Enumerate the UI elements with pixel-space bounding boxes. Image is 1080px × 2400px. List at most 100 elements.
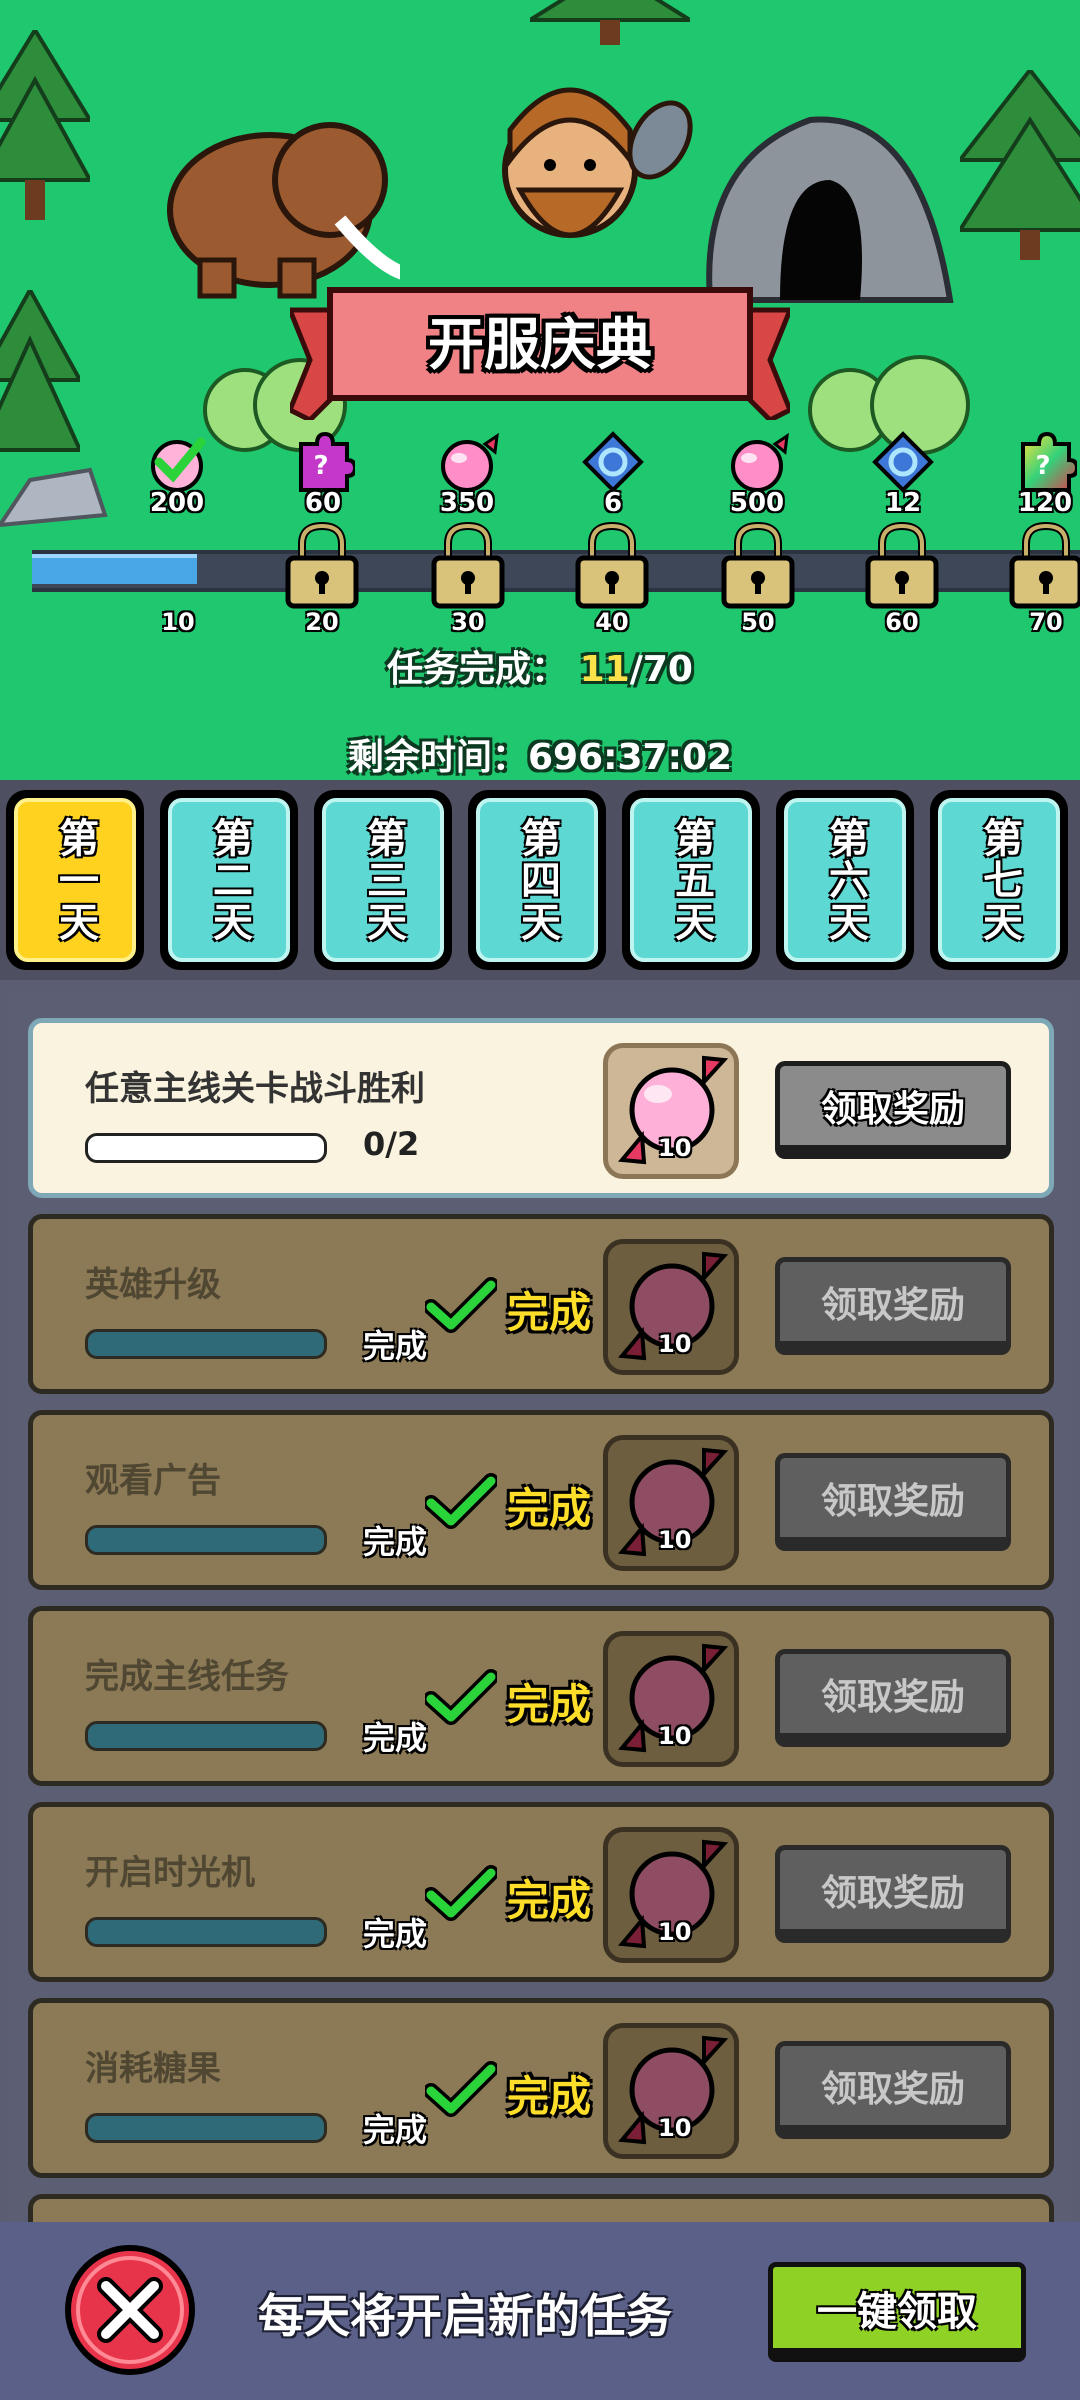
remaining-time-label: 剩余时间： [347,737,528,778]
task-progress-current: 11 [579,649,630,690]
tab-day-1[interactable]: 第一天 [6,790,144,970]
task-row: 英雄升级 完成 完成 10 领取奖励 [28,1214,1054,1394]
svg-text:?: ? [1035,451,1050,481]
reward-tier-3[interactable]: 350 [422,430,512,518]
task-list[interactable]: 任意主线关卡战斗胜利 0/2 10 领取奖励 英雄升级 完成 完成 10 领取奖… [10,990,1070,2400]
task-progress-bar [85,1133,327,1163]
tab-day-7[interactable]: 第七天 [930,790,1068,970]
claim-reward-button[interactable]: 领取奖励 [775,1845,1011,1943]
task-complete-badge: 完成 [507,2072,592,2121]
tab-day-4[interactable]: 第四天 [468,790,606,970]
reward-qty: 10 [658,1722,692,1750]
task-title: 消耗糖果 [85,2049,221,2089]
event-title-banner: 开服庆典 [290,280,790,420]
task-row: 任意主线关卡战斗胜利 0/2 10 领取奖励 [28,1018,1054,1198]
claim-all-button[interactable]: 一键领取 [768,2262,1026,2362]
reward-tier-6[interactable]: 12 [858,430,948,518]
check-icon [425,2061,497,2117]
reward-tier-2[interactable]: ? 60 [278,430,368,518]
pink-candy-icon [725,430,789,494]
reward-qty: 10 [658,1330,692,1358]
reward-qty: 10 [658,2114,692,2142]
reward-slot: 10 [603,1827,739,1963]
lock-icon [1008,520,1080,610]
event-title: 开服庆典 [428,312,652,378]
tab-label: 第七天 [976,817,1022,943]
reward-slot: 10 [603,1435,739,1571]
pine-tree [960,70,1080,270]
task-complete-badge: 完成 [507,1288,592,1337]
bottom-bar: 每天将开启新的任务 一键领取 [0,2222,1080,2400]
reward-slot: 10 [603,1043,739,1179]
task-progress-label: 任务完成： [387,649,568,690]
task-row: 观看广告 完成 完成 10 领取奖励 [28,1410,1054,1590]
reward-tier-4[interactable]: 6 [568,430,658,518]
lock-icon [430,520,506,610]
milestone-label: 20 [305,608,339,636]
remaining-time: 剩余时间：696:37:02 [0,728,1080,780]
blue-gem-icon [581,430,645,494]
tab-label: 第六天 [822,817,868,943]
task-done-label: 完成 [363,1719,428,1757]
milestone-progress-fill [32,554,197,584]
task-progress-bar [85,2113,327,2143]
tab-label: 第三天 [360,817,406,943]
remaining-time-value: 696:37:02 [527,737,733,778]
close-icon [65,2245,195,2375]
task-title: 完成主线任务 [85,1657,289,1697]
milestone-label: 10 [161,608,195,636]
purple-puzzle-icon: ? [291,430,358,494]
task-progress-bar [85,1525,327,1555]
task-title: 开启时光机 [85,1853,255,1893]
lock-icon [574,520,650,610]
mammoth-illustration [160,100,422,304]
tab-day-6[interactable]: 第六天 [776,790,914,970]
reward-tier-7[interactable]: ? 120 [1000,430,1080,518]
reward-tier-5[interactable]: 500 [712,430,802,518]
task-count: 0/2 [363,1125,420,1163]
tab-day-3[interactable]: 第三天 [314,790,452,970]
task-progress-bar [85,1721,327,1751]
blue-gem-icon [871,430,935,494]
reward-qty: 10 [658,1526,692,1554]
check-icon [425,1277,497,1333]
caveman-illustration [460,60,700,304]
tab-label: 第五天 [668,817,714,943]
new-tasks-hint: 每天将开启新的任务 [258,2289,672,2343]
milestone-label: 60 [885,608,919,636]
reward-amount: 120 [1017,488,1073,518]
claim-reward-button[interactable]: 领取奖励 [775,1649,1011,1747]
tab-day-5[interactable]: 第五天 [622,790,760,970]
lock-icon [864,520,940,610]
task-complete-badge: 完成 [507,1484,592,1533]
task-done-label: 完成 [363,2111,428,2149]
milestone-label: 50 [741,608,775,636]
rainbow-puzzle-icon: ? [1013,430,1080,494]
check-icon [425,1865,497,1921]
check-icon [425,1669,497,1725]
claim-reward-button[interactable]: 领取奖励 [775,1257,1011,1355]
rock [0,460,110,534]
tab-day-2[interactable]: 第二天 [160,790,298,970]
tab-label: 第四天 [514,817,560,943]
lock-icon [720,520,796,610]
task-progress-bar [85,1917,327,1947]
close-button[interactable] [62,2242,198,2378]
task-complete-badge: 完成 [507,1680,592,1729]
claim-reward-button[interactable]: 领取奖励 [775,1061,1011,1159]
claim-reward-button[interactable]: 领取奖励 [775,1453,1011,1551]
pink-candy-icon [435,430,499,494]
task-row: 完成主线任务 完成 完成 10 领取奖励 [28,1606,1054,1786]
reward-qty: 10 [658,1134,692,1162]
event-scene: 开服庆典 200 ? 60 350 6 500 12 ? 120 10 20 3… [0,0,1080,780]
task-title: 观看广告 [85,1461,221,1501]
task-progress-total: /70 [629,649,693,690]
claim-reward-button[interactable]: 领取奖励 [775,2041,1011,2139]
task-progress-text: 任务完成： 11/70 [0,640,1080,692]
reward-tier-1[interactable]: 200 [132,430,222,518]
task-done-label: 完成 [363,1523,428,1561]
lock-icon [284,520,360,610]
check-icon [425,1473,497,1529]
tab-label: 第二天 [206,817,252,943]
task-done-label: 完成 [363,1327,428,1365]
